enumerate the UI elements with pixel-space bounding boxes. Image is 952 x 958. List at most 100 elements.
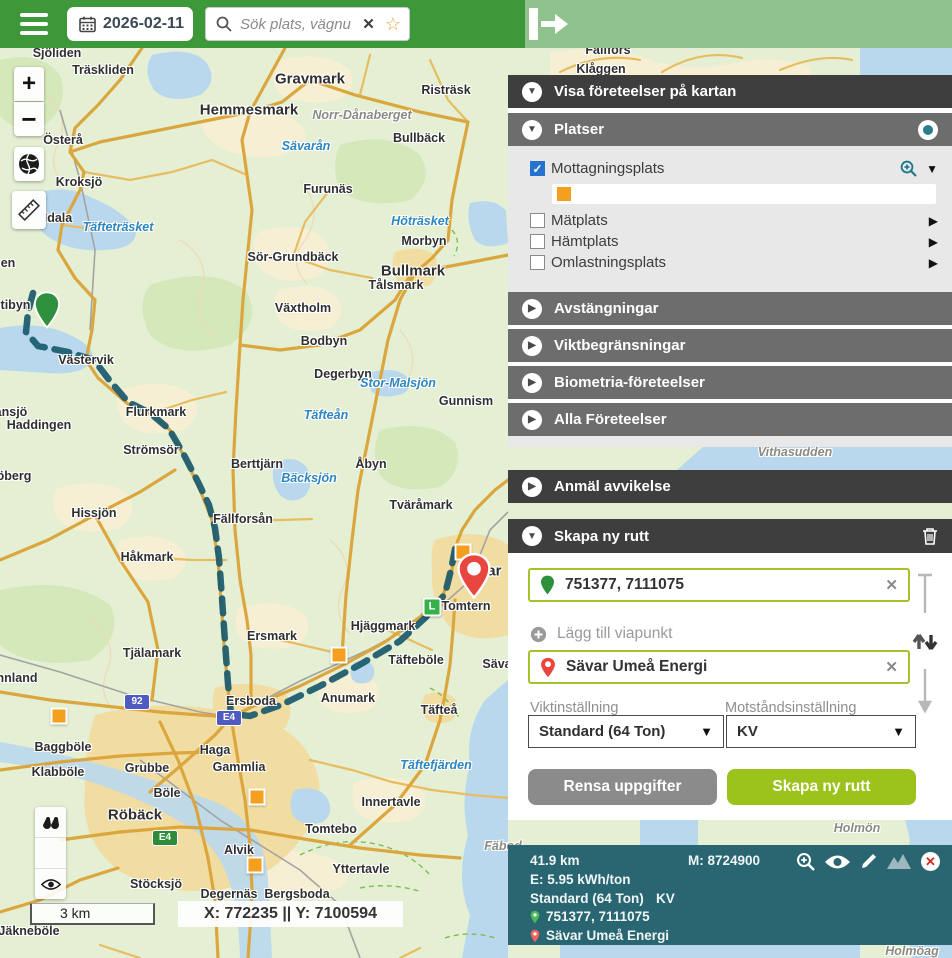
chevron-down-icon: ▼: [892, 724, 905, 739]
route-m-number: M: 8724900: [688, 852, 760, 871]
section-avstangningar[interactable]: ▶ Avstängningar: [508, 292, 952, 325]
checkbox-unchecked[interactable]: [530, 234, 545, 249]
measure-button[interactable]: [12, 191, 46, 229]
weight-setting-select[interactable]: Standard (64 Ton) ▼: [528, 715, 724, 748]
coordinate-readout: X: 772235 || Y: 7100594: [178, 901, 403, 927]
zoom-to-layer-icon[interactable]: [900, 160, 917, 177]
create-route-button[interactable]: Skapa ny rutt: [727, 769, 916, 805]
globe-icon: [17, 152, 41, 176]
date-picker[interactable]: 2026-02-11: [67, 7, 193, 41]
layer-label: Mätplats: [551, 212, 608, 229]
expand-sublayer-icon[interactable]: ▶: [929, 256, 938, 270]
layer-label: Omlastningsplats: [551, 254, 666, 271]
platser-status-icon: [918, 120, 938, 140]
receiving-place-marker[interactable]: [249, 789, 266, 806]
route-start-input[interactable]: 751377, 7111075 ✕: [528, 568, 910, 602]
search-box[interactable]: Sök plats, vägnu ✕ ☆: [205, 7, 410, 41]
checkbox-unchecked[interactable]: [530, 255, 545, 270]
add-viapoint-button[interactable]: Lägg till viapunkt: [530, 625, 672, 643]
chevron-right-icon: ▶: [522, 477, 542, 497]
edit-route-icon[interactable]: [860, 853, 877, 870]
start-pin-icon: [530, 910, 540, 924]
scale-bar: 3 km: [30, 903, 155, 925]
layer-row-matplats[interactable]: Mätplats ▶: [530, 210, 944, 231]
start-value: 751377, 7111075: [565, 576, 875, 594]
section-biometria[interactable]: ▶ Biometria-företeelser: [508, 366, 952, 399]
collapse-sublayer-icon[interactable]: ▼: [926, 162, 938, 176]
clear-search-icon[interactable]: ✕: [362, 15, 375, 33]
receiving-place-marker[interactable]: [247, 857, 264, 874]
layer-label: Hämtplats: [551, 233, 619, 250]
binoculars-button[interactable]: [35, 807, 66, 838]
delete-route-icon[interactable]: [922, 527, 938, 545]
blank-tool-button[interactable]: [35, 838, 66, 869]
zoom-out-button[interactable]: −: [14, 102, 44, 136]
route-energy: E: 5.95 kWh/ton: [530, 871, 631, 890]
globe-button[interactable]: [14, 147, 44, 181]
receiving-place-marker[interactable]: [331, 647, 348, 664]
checkbox-unchecked[interactable]: [530, 213, 545, 228]
section-label: Skapa ny rutt: [554, 528, 649, 545]
section-label: Biometria-företeelser: [554, 374, 705, 391]
section-platser[interactable]: ▼ Platser: [508, 113, 952, 146]
summary-start: 751377, 7111075: [546, 908, 650, 927]
plus-circle-icon: [530, 626, 547, 643]
remove-route-icon[interactable]: ✕: [921, 852, 940, 871]
section-label: Alla Företeelser: [554, 411, 667, 428]
route-end-input[interactable]: Sävar Umeå Energi ✕: [528, 650, 910, 684]
clear-fields-button[interactable]: Rensa uppgifter: [528, 769, 717, 805]
top-bar: 2026-02-11 Sök plats, vägnu ✕ ☆: [0, 0, 952, 48]
layer-label: Mottagningsplats: [551, 160, 664, 177]
favorite-star-icon[interactable]: ☆: [385, 14, 401, 35]
checkbox-checked[interactable]: ✓: [530, 161, 545, 176]
elevation-profile-icon[interactable]: [886, 853, 912, 870]
route-weight-setting: Standard (64 Ton): [530, 890, 656, 909]
collapse-panel-button[interactable]: [527, 6, 571, 47]
swap-route-icon: [914, 635, 936, 649]
section-skapa-ny-rutt[interactable]: ▼ Skapa ny rutt: [508, 519, 952, 553]
layer-row-mottagningsplats[interactable]: ✓ Mottagningsplats ▼: [530, 158, 944, 179]
calendar-icon: [79, 16, 96, 33]
weight-setting-label: Viktinställning: [530, 700, 618, 716]
expand-sublayer-icon[interactable]: ▶: [929, 235, 938, 249]
chevron-down-icon: ▼: [700, 724, 713, 739]
l-marker[interactable]: L: [423, 598, 442, 617]
chevron-right-icon: ▶: [522, 373, 542, 393]
section-alla-foreteelser[interactable]: ▶ Alla Företeelser: [508, 403, 952, 436]
layer-row-omlastningsplats[interactable]: Omlastningsplats ▶: [530, 252, 944, 273]
zoom-to-route-icon[interactable]: [796, 852, 815, 871]
zoom-in-button[interactable]: +: [14, 67, 44, 101]
binoculars-icon: [41, 815, 61, 829]
section-visa-foreteelser[interactable]: ▼ Visa företeelser på kartan: [508, 75, 952, 108]
route-resistance-setting: KV: [656, 890, 675, 909]
section-viktbegransningar[interactable]: ▶ Viktbegränsningar: [508, 329, 952, 362]
expand-sublayer-icon[interactable]: ▶: [929, 214, 938, 228]
eye-icon: [41, 878, 61, 891]
route-summary-panel: 41.9 km M: 8724900 ✕ E: 5.95 kWh/ton Sta…: [508, 845, 952, 945]
clear-start-icon[interactable]: ✕: [885, 576, 898, 594]
visibility-button[interactable]: [35, 869, 66, 899]
show-route-icon[interactable]: [824, 854, 851, 870]
end-pin-icon: [530, 929, 540, 943]
menu-button[interactable]: [20, 13, 48, 35]
section-anmal-avvikelse[interactable]: ▶ Anmäl avvikelse: [508, 470, 952, 503]
mottagningsplats-swatch: [557, 187, 571, 201]
resistance-setting-label: Motståndsinställning: [725, 700, 856, 716]
receiving-place-marker[interactable]: [51, 708, 68, 725]
clear-end-icon[interactable]: ✕: [885, 658, 898, 676]
road-number-shield: 92: [124, 694, 150, 710]
start-terminus-line: [918, 575, 932, 613]
end-arrow-line: [920, 669, 930, 711]
date-value: 2026-02-11: [103, 15, 184, 33]
chevron-down-icon: ▼: [522, 526, 542, 546]
weight-value: Standard (64 Ton): [539, 723, 700, 740]
resistance-setting-select[interactable]: KV ▼: [726, 715, 916, 748]
chevron-down-icon: ▼: [522, 82, 542, 102]
skapa-rutt-header: ▼ Skapa ny rutt: [508, 519, 952, 553]
layer-row-hamtplats[interactable]: Hämtplats ▶: [530, 231, 944, 252]
search-placeholder: Sök plats, vägnu: [240, 16, 362, 33]
layers-panel: ▼ Visa företeelser på kartan ▼ Platser ✓…: [508, 75, 952, 447]
route-distance: 41.9 km: [530, 852, 688, 871]
section-label: Viktbegränsningar: [554, 337, 685, 354]
chevron-right-icon: ▶: [522, 299, 542, 319]
